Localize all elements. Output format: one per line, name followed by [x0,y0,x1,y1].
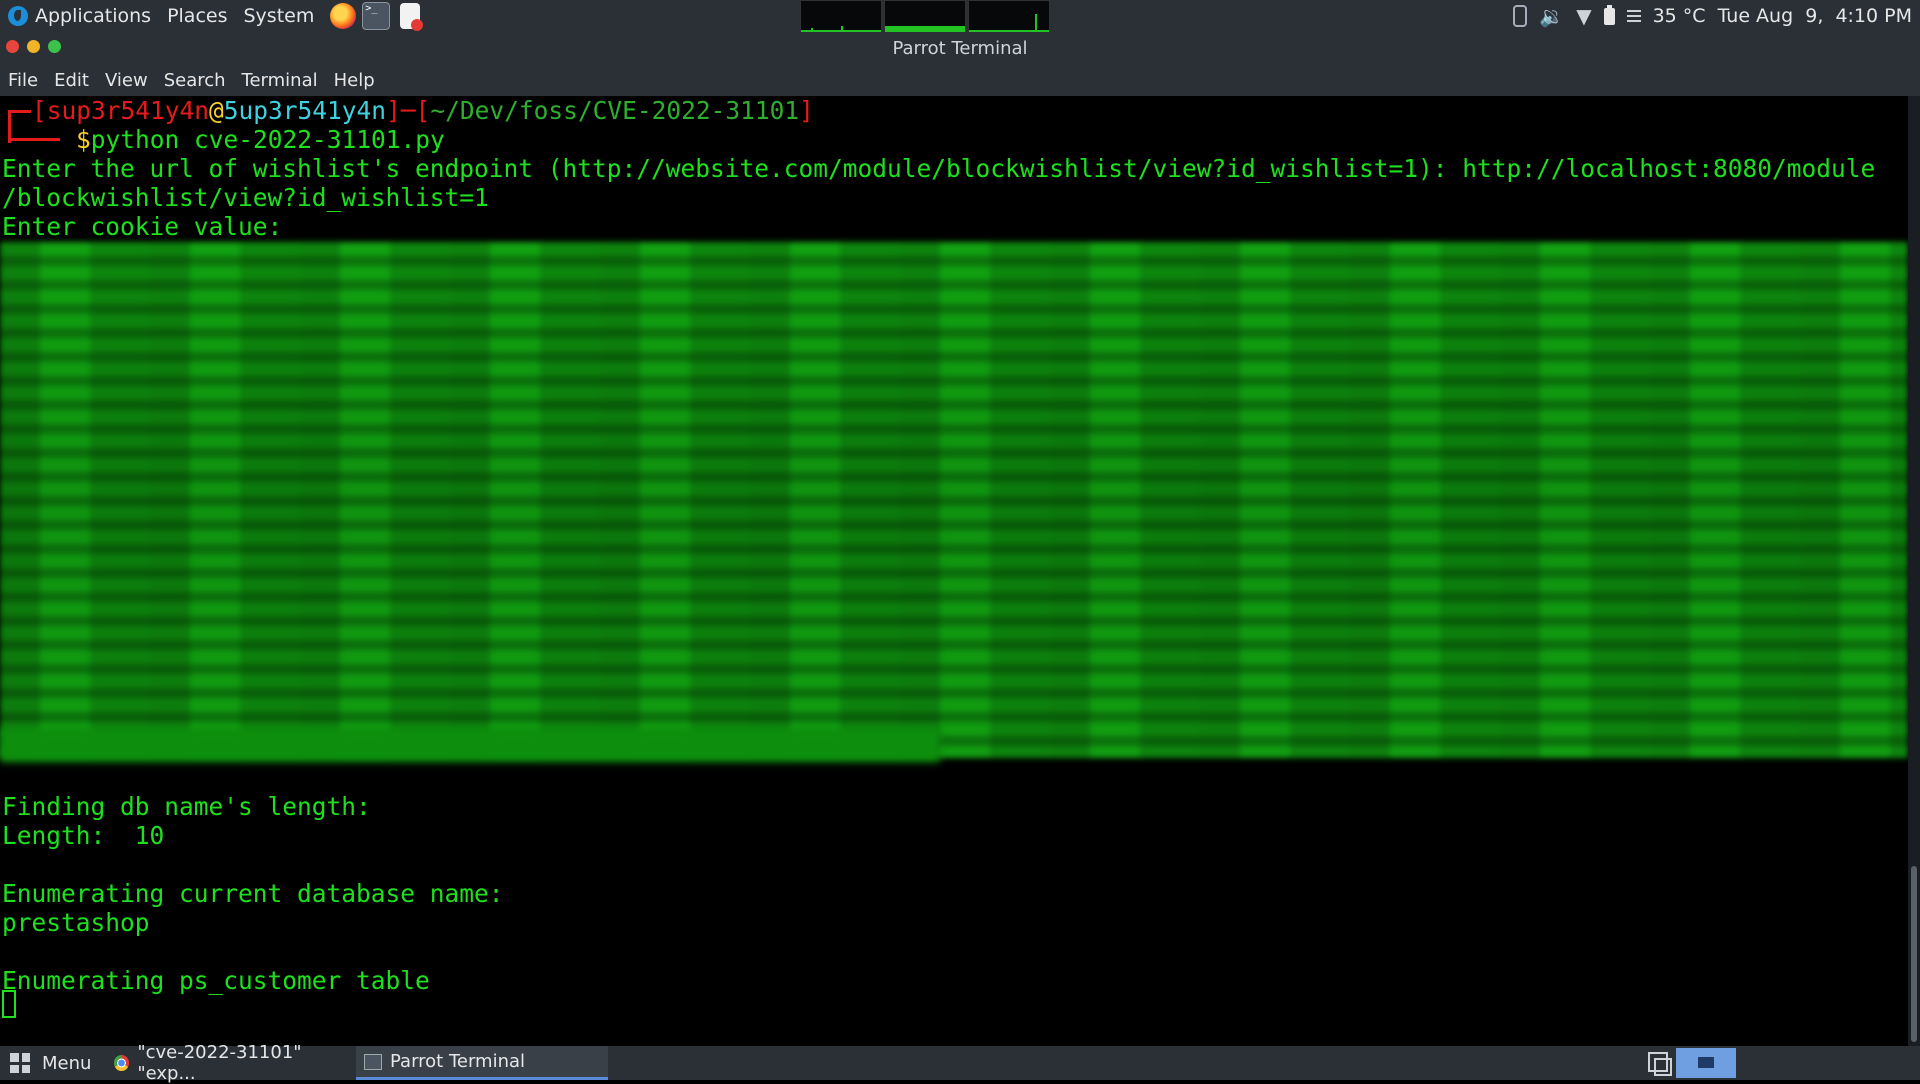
output-enum-db: Enumerating current database name: [2,879,504,908]
cpu-monitor [800,0,882,33]
firefox-icon[interactable] [330,3,357,29]
terminal-scrollbar[interactable] [1908,96,1920,1046]
prompt-user: sup3r541y4n [46,96,210,125]
prompt-line: [sup3r541y4n@5up3r541y4n]─[~/Dev/foss/CV… [32,96,814,125]
prompt-bracket-tail [8,138,60,141]
memory-monitor [884,0,966,33]
system-monitor[interactable] [800,0,1050,33]
taskbar-menu-button[interactable]: Menu [10,1046,91,1080]
prompt-path: ~/Dev/foss/CVE-2022-31101 [430,96,800,125]
terminal-icon[interactable] [362,2,391,30]
terminal-output[interactable]: [sup3r541y4n@5up3r541y4n]─[~/Dev/foss/CV… [0,96,1908,1046]
taskbar-terminal-label: Parrot Terminal [390,1051,526,1072]
redacted-cookie-tail [0,728,940,762]
window-title: Parrot Terminal [892,38,1028,59]
places-menu[interactable]: Places [167,5,227,27]
command-line: $python cve-2022-31101.py [76,125,445,154]
battery-icon[interactable] [1603,4,1615,25]
command-text: python cve-2022-31101.py [90,125,445,154]
bottom-taskbar: Menu "cve-2022-31101" "exp... Parrot Ter… [0,1042,1920,1084]
volume-icon[interactable]: 🔉 [1539,4,1564,28]
redacted-cookie-value [0,242,1908,758]
output-db-name: prestashop [2,908,150,937]
window-title-bar[interactable]: Parrot Terminal [0,32,1920,64]
wifi-icon[interactable]: ▼ [1576,4,1591,28]
prompt-host: 5up3r541y4n [223,96,387,125]
output-cookie-prompt: Enter cookie value: [2,212,283,241]
menu-terminal[interactable]: Terminal [242,70,318,91]
menu-view[interactable]: View [105,70,148,91]
output-find-length: Finding db name's length: [2,792,371,821]
taskbar-item-browser[interactable]: "cve-2022-31101" "exp... [106,1042,356,1084]
applications-menu[interactable]: Applications [35,5,151,27]
top-panel: Applications Places System 🔉 ▼ 35 °C Tue… [0,0,1920,33]
taskbar-browser-label: "cve-2022-31101" "exp... [137,1042,302,1084]
temperature-readout: 35 °C [1652,5,1706,27]
system-menu[interactable]: System [243,5,314,27]
menu-grid-icon [10,1053,30,1073]
taskbar-menu-label: Menu [42,1052,92,1074]
scrollbar-thumb[interactable] [1911,866,1917,1042]
text-editor-icon[interactable] [400,3,424,31]
output-enum-table: Enumerating ps_customer table [2,966,430,995]
menu-file[interactable]: File [8,70,38,91]
parrot-logo-icon[interactable] [8,6,28,26]
output-url-line-1: Enter the url of wishlist's endpoint (ht… [2,154,1876,183]
prompt-at: @ [209,96,224,125]
menu-help[interactable]: Help [334,70,375,91]
menu-bar: File Edit View Search Terminal Help [0,64,1920,96]
output-url-line-2: /blockwishlist/view?id_wishlist=1 [2,183,489,212]
chrome-icon [114,1055,130,1071]
temperature-icon [1626,10,1641,22]
menu-search[interactable]: Search [164,70,226,91]
prompt-symbol: $ [76,125,91,154]
network-monitor [968,0,1050,33]
output-length: Length: 10 [2,821,165,850]
text-cursor [2,990,16,1018]
menu-edit[interactable]: Edit [54,70,89,91]
bluetooth-icon[interactable] [1513,5,1528,27]
window-switcher-icon[interactable] [1646,1050,1672,1076]
workspace-switcher[interactable] [1676,1048,1736,1078]
clock[interactable]: Tue Aug 9, 4:10 PM [1718,5,1912,27]
terminal-task-icon [364,1053,382,1070]
taskbar-item-terminal[interactable]: Parrot Terminal [356,1046,608,1080]
